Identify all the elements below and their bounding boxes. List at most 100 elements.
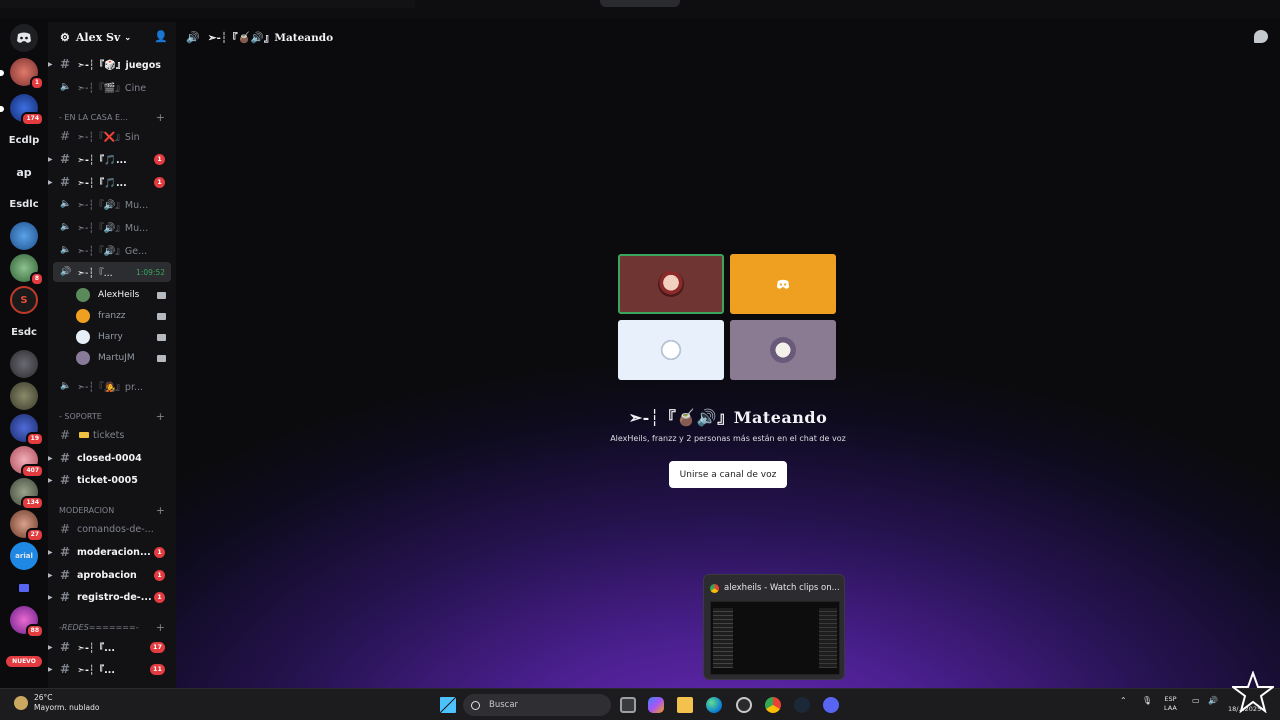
channel-item[interactable]: ▶ # ➣-┆『🎵... 1 xyxy=(48,172,176,192)
edge-icon[interactable] xyxy=(706,697,722,713)
category-header[interactable]: -REDES=======- + xyxy=(59,620,171,634)
voice-member[interactable]: Harry xyxy=(76,327,172,347)
unread-pip xyxy=(0,70,4,76)
folder-icon[interactable] xyxy=(10,574,38,602)
discord-taskbar-icon[interactable] xyxy=(823,697,839,713)
windows-start-icon[interactable] xyxy=(440,697,456,713)
task-view-icon[interactable] xyxy=(620,697,636,713)
category-header[interactable]: - EN LA CASA E... + xyxy=(59,110,171,124)
server-icon-15[interactable]: 27 xyxy=(10,510,44,542)
channel-label: ➣-┆『... xyxy=(77,665,115,676)
preview-title-text: alexheils - Watch clips on... xyxy=(724,583,840,593)
obs-icon[interactable] xyxy=(736,697,752,713)
participant-tile[interactable] xyxy=(730,320,836,380)
participant-tile[interactable] xyxy=(618,320,724,380)
add-channel-icon[interactable]: + xyxy=(156,621,165,634)
taskbar-search[interactable]: Buscar xyxy=(463,694,611,716)
server-badge: 8 xyxy=(29,272,44,286)
chat-icon[interactable] xyxy=(1254,30,1268,43)
discord-home-icon[interactable] xyxy=(10,24,38,52)
server-icon-esdc[interactable]: Esdc xyxy=(10,318,38,346)
server-icon-8[interactable]: S xyxy=(10,286,38,314)
weather-widget[interactable]: 26°C Mayorm. nublado xyxy=(14,693,99,713)
avatar xyxy=(76,288,90,302)
add-channel-icon[interactable]: + xyxy=(156,410,165,423)
copilot-icon[interactable] xyxy=(648,697,664,713)
add-channel-icon[interactable]: + xyxy=(156,111,165,124)
server-icon-2[interactable]: 174 xyxy=(0,94,44,126)
file-explorer-icon[interactable] xyxy=(677,697,693,713)
server-icon-6[interactable] xyxy=(10,222,38,250)
participant-tile[interactable] xyxy=(730,254,836,314)
new-badge: NUEVO xyxy=(6,656,42,667)
server-icon-10[interactable] xyxy=(10,350,38,378)
taskbar-thumbnail-preview[interactable]: alexheils - Watch clips on... xyxy=(703,574,845,680)
server-icon-1[interactable]: 1 xyxy=(0,58,44,90)
server-icon-13[interactable]: 407 xyxy=(10,446,44,478)
channel-item[interactable]: ▶ # ticket-0005 xyxy=(48,470,176,490)
channel-label: tickets xyxy=(93,429,125,441)
server-icon-11[interactable] xyxy=(10,382,38,410)
category-header[interactable]: - SOPORTE + xyxy=(59,409,171,423)
mention-badge: 1 xyxy=(154,591,165,603)
language-indicator[interactable]: ESP LAA xyxy=(1164,695,1177,713)
voice-member[interactable]: AlexHeils xyxy=(76,285,172,305)
channel-item[interactable]: ▶ # ➣-┆『... 11 xyxy=(48,659,176,679)
channel-item[interactable]: ▶ # ➣-┆『... 17 xyxy=(48,637,176,657)
server-icon-18[interactable]: 88 xyxy=(10,606,44,638)
server-icon-16[interactable]: arial xyxy=(10,542,38,570)
server-icon-ecdlp[interactable]: Ecdlp xyxy=(9,126,40,154)
voice-member[interactable]: franzz xyxy=(76,306,172,326)
voice-member[interactable]: MartuJM xyxy=(76,348,172,368)
tray-chevron-up-icon[interactable]: ⌃ xyxy=(1120,696,1127,705)
voice-channel-item[interactable]: 🔈 ➣-┆『🔊』Ge... xyxy=(48,240,176,260)
mention-badge: 1 xyxy=(154,546,165,558)
server-icon-ap[interactable]: ap xyxy=(10,158,38,186)
voice-channel-item[interactable]: 🔈 ➣-┆『🎬』Cine xyxy=(48,77,176,97)
window-titlebar xyxy=(0,0,1280,18)
hash-icon: # xyxy=(60,57,71,71)
chrome-icon[interactable] xyxy=(765,697,781,713)
server-icon-14[interactable]: 134 xyxy=(10,478,44,510)
join-voice-button[interactable]: Unirse a canal de voz xyxy=(669,461,787,488)
member-name: franzz xyxy=(98,311,126,321)
camera-icon xyxy=(157,354,166,362)
server-header[interactable]: ⚙ Alex Sv ⌄ 👤 xyxy=(48,22,176,52)
member-name: Harry xyxy=(98,332,123,342)
channel-item[interactable]: # ➣-┆『❌』Sin xyxy=(48,126,176,146)
chevron-right-icon: ▶ xyxy=(48,643,53,651)
titlebar-handle[interactable] xyxy=(600,0,680,7)
channel-item[interactable]: ▶ # closed-0004 xyxy=(48,448,176,468)
channel-item[interactable]: ▶ # registro-de-... 1 xyxy=(48,587,176,607)
search-icon xyxy=(471,700,480,710)
chevron-right-icon: ▶ xyxy=(48,593,53,601)
voice-channel-item[interactable]: 🔈 ➣-┆『🔊』Mu... xyxy=(48,194,176,214)
add-user-icon[interactable]: 👤 xyxy=(154,30,168,43)
server-rail: 1 174 Ecdlp ap Esdlc 8 S Esdc 19 407 134… xyxy=(0,22,48,688)
voice-channel-item[interactable]: 🔈 ➣-┆『🧑‍🎤』pr... xyxy=(48,376,176,396)
server-icon-esdlc[interactable]: Esdlc xyxy=(9,190,38,218)
hash-icon: # xyxy=(60,451,71,465)
microphone-icon[interactable]: 🎙 xyxy=(1142,696,1152,705)
channel-item[interactable]: # comandos-de-... xyxy=(48,519,176,539)
voice-channel-item[interactable]: 🔈 ➣-┆『🔊』Mu... xyxy=(48,217,176,237)
server-icon-12[interactable]: 19 xyxy=(10,414,44,446)
volume-icon[interactable]: 🔊 xyxy=(1208,696,1218,705)
channel-item[interactable]: # tickets xyxy=(48,425,176,445)
hash-icon: # xyxy=(60,590,71,604)
speaker-icon: 🔈 xyxy=(60,381,72,391)
channel-label: ➣-┆『🎵... xyxy=(77,155,127,166)
active-voice-channel[interactable]: 🔊 ➣-┆『... 1:09:52 xyxy=(53,262,171,282)
speaker-active-icon: 🔊 xyxy=(60,267,72,277)
server-icon-7[interactable]: 8 xyxy=(10,254,44,286)
steam-icon[interactable] xyxy=(794,697,810,713)
channel-item[interactable]: ▶ # ➣-┆『🎲』juegos xyxy=(48,54,176,74)
channel-item[interactable]: ▶ # moderacion... 1 xyxy=(48,542,176,562)
participant-tile[interactable] xyxy=(618,254,724,314)
avatar xyxy=(76,309,90,323)
channel-item[interactable]: ▶ # ➣-┆『🎵... 1 xyxy=(48,149,176,169)
category-header[interactable]: MODERACION + xyxy=(59,503,171,517)
network-icon[interactable]: ▭ xyxy=(1192,696,1200,705)
add-channel-icon[interactable]: + xyxy=(156,504,165,517)
channel-item[interactable]: ▶ # aprobacion 1 xyxy=(48,565,176,585)
